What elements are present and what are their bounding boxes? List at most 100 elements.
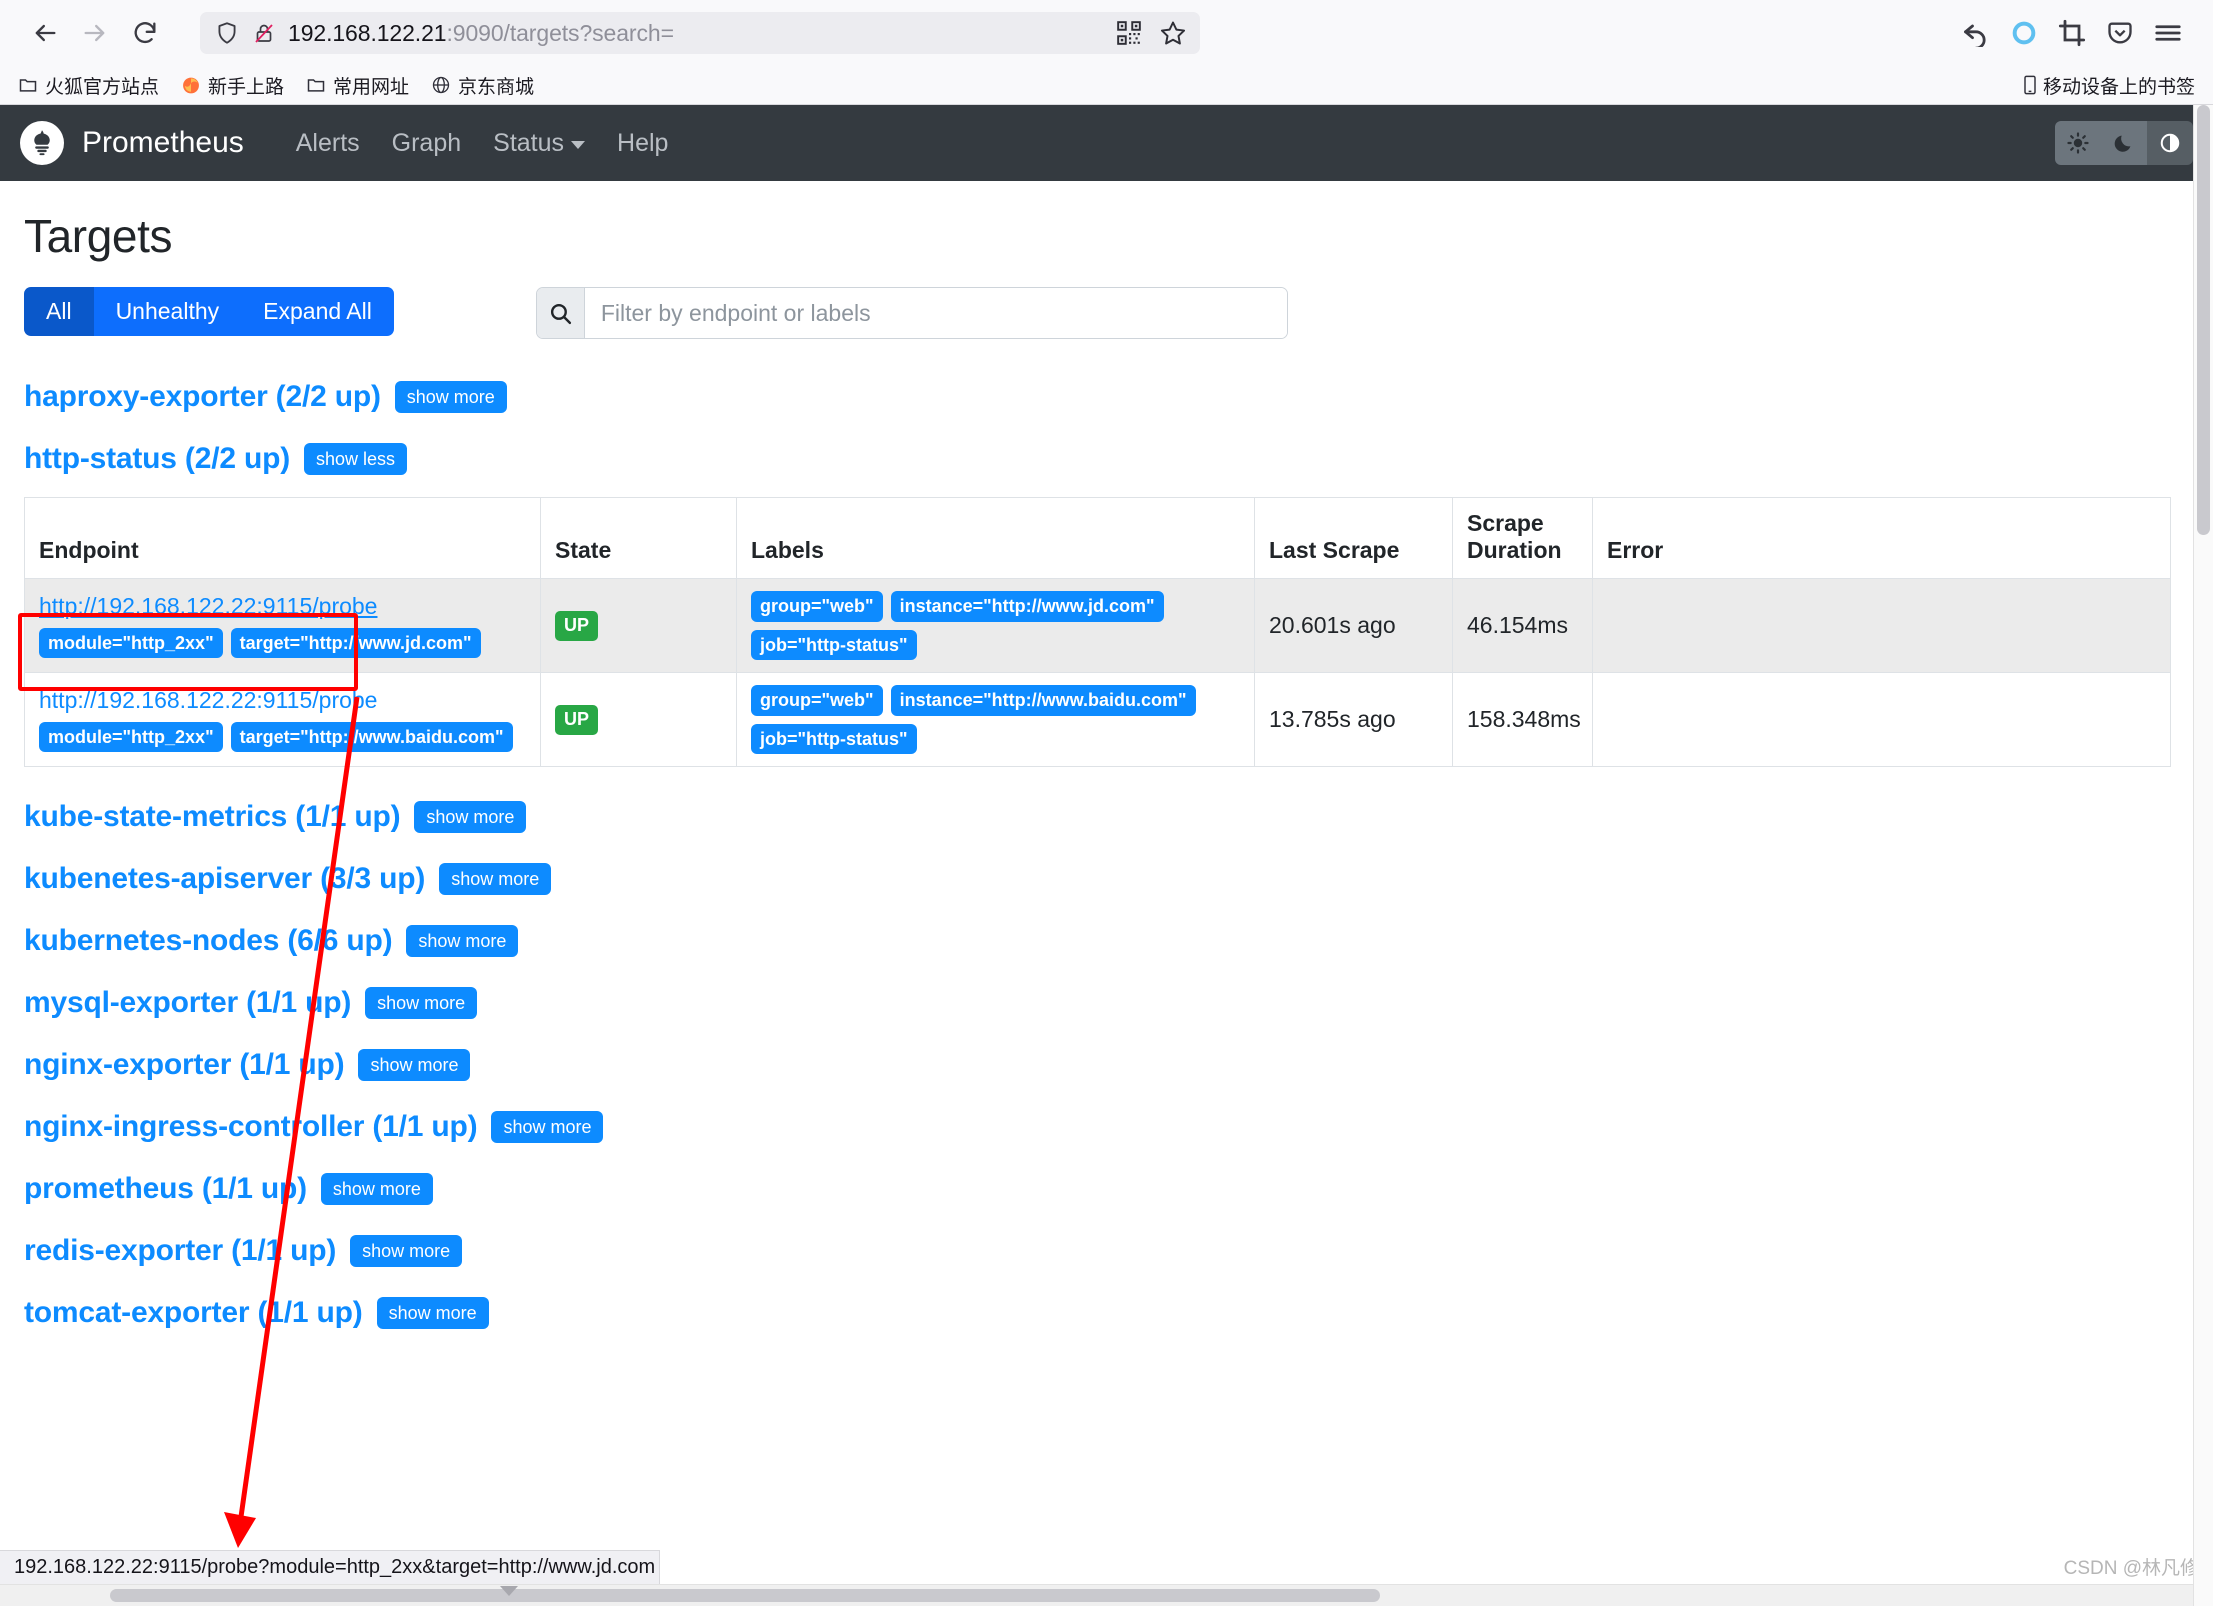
job-title[interactable]: http-status (2/2 up)	[24, 442, 290, 476]
theme-auto-halfcircle-icon[interactable]	[2147, 121, 2193, 165]
th-endpoint: Endpoint	[24, 497, 541, 579]
bookmark-label: 常用网址	[333, 76, 410, 98]
job-header-redis-exporter: redis-exporter (1/1 up) show more	[24, 1227, 2169, 1275]
bookmark-star-icon[interactable]	[1154, 14, 1192, 52]
job-title[interactable]: prometheus (1/1 up)	[24, 1172, 307, 1206]
theme-dark-moon-icon[interactable]	[2101, 121, 2147, 165]
show-more-button[interactable]: show more	[365, 987, 478, 1019]
cell-scrape-duration: 46.154ms	[1452, 578, 1593, 673]
endpoint-label-badges: module="http_2xx" target="http://www.jd.…	[39, 627, 526, 659]
folder-icon	[306, 75, 326, 95]
cell-error	[1592, 578, 2171, 673]
job-title[interactable]: kube-state-metrics (1/1 up)	[24, 800, 401, 834]
horizontal-scrollbar[interactable]	[0, 1584, 2193, 1606]
horizontal-scrollbar-thumb[interactable]	[110, 1589, 1380, 1602]
brand-title[interactable]: Prometheus	[82, 126, 244, 160]
history-back-icon[interactable]	[1953, 10, 1999, 56]
bookmark-label: 京东商城	[458, 76, 535, 98]
page-title: Targets	[24, 210, 173, 262]
expand-all-button[interactable]: Expand All	[241, 287, 394, 336]
pocket-icon[interactable]	[2097, 10, 2143, 56]
job-header-kube-state-metrics: kube-state-metrics (1/1 up) show more	[24, 793, 2169, 841]
cell-error	[1592, 672, 2171, 767]
qr-code-icon[interactable]	[1110, 14, 1148, 52]
reload-icon[interactable]	[122, 10, 168, 56]
show-more-button[interactable]: show more	[491, 1111, 604, 1143]
nav-link-status[interactable]: Status	[477, 129, 601, 158]
th-scrape-duration: Scrape Duration	[1452, 497, 1593, 579]
screenshot-crop-icon[interactable]	[2049, 10, 2095, 56]
insecure-lock-icon[interactable]	[252, 21, 276, 45]
toolbar-right-icons	[1953, 10, 2191, 56]
theme-light-sun-icon[interactable]	[2055, 121, 2101, 165]
targets-table: Endpoint State Labels Last Scrape Scrape…	[24, 497, 2171, 767]
th-last-scrape: Last Scrape	[1254, 497, 1453, 579]
scrollbar-nub-icon	[500, 1586, 518, 1596]
cell-endpoint: http://192.168.122.22:9115/probe module=…	[24, 672, 541, 767]
theme-toggle-group	[2055, 121, 2193, 165]
status-badge: UP	[555, 611, 599, 641]
show-more-button[interactable]: show more	[394, 381, 507, 413]
nav-link-label: Help	[617, 128, 669, 157]
nav-link-graph[interactable]: Graph	[376, 129, 477, 158]
bookmark-item-1[interactable]: 新手上路	[181, 72, 284, 99]
sync-circle-icon[interactable]	[2001, 10, 2047, 56]
label-badge: group="web"	[751, 591, 883, 622]
endpoint-link[interactable]: http://192.168.122.22:9115/probe	[39, 687, 377, 714]
table-row: http://192.168.122.22:9115/probe module=…	[24, 578, 2171, 673]
status-badge: UP	[555, 705, 599, 735]
watermark: CSDN @林凡修	[2063, 1558, 2199, 1579]
job-title[interactable]: redis-exporter (1/1 up)	[24, 1234, 336, 1268]
job-header-nginx-ingress-controller: nginx-ingress-controller (1/1 up) show m…	[24, 1103, 2169, 1151]
label-badge: job="http-status"	[751, 723, 917, 754]
shield-icon[interactable]	[214, 20, 240, 46]
nav-link-label: Alerts	[295, 128, 360, 157]
show-more-button[interactable]: show more	[320, 1173, 433, 1205]
vertical-scrollbar-thumb[interactable]	[2197, 105, 2210, 535]
show-more-button[interactable]: show more	[358, 1049, 471, 1081]
bookmark-item-2[interactable]: 常用网址	[306, 72, 409, 99]
label-badge: target="http://www.jd.com"	[230, 627, 481, 659]
job-title[interactable]: tomcat-exporter (1/1 up)	[24, 1296, 363, 1330]
label-badge: instance="http://www.jd.com"	[890, 591, 1164, 622]
job-header-kubenetes-apiserver: kubenetes-apiserver (3/3 up) show more	[24, 855, 2169, 903]
filter-button-group: All Unhealthy Expand All	[24, 287, 394, 336]
hamburger-menu-icon[interactable]	[2145, 10, 2191, 56]
show-more-button[interactable]: show more	[406, 925, 519, 957]
job-header-tomcat-exporter: tomcat-exporter (1/1 up) show more	[24, 1289, 2169, 1337]
vertical-scrollbar[interactable]	[2193, 105, 2213, 1606]
nav-link-help[interactable]: Help	[601, 129, 684, 158]
job-title[interactable]: nginx-exporter (1/1 up)	[24, 1048, 345, 1082]
prometheus-logo-icon[interactable]	[20, 121, 64, 165]
endpoint-link[interactable]: http://192.168.122.22:9115/probe	[39, 593, 377, 620]
browser-chrome: 192.168.122.21:9090/targets?search= 火狐官方…	[0, 0, 2213, 105]
show-more-button[interactable]: show more	[414, 801, 527, 833]
nav-link-alerts[interactable]: Alerts	[280, 129, 376, 158]
filter-all-button[interactable]: All	[24, 287, 94, 336]
back-arrow-icon[interactable]	[22, 10, 68, 56]
search-input[interactable]	[584, 288, 1287, 338]
job-title[interactable]: kubenetes-apiserver (3/3 up)	[24, 862, 425, 896]
job-title[interactable]: mysql-exporter (1/1 up)	[24, 986, 351, 1020]
label-badge: module="http_2xx"	[39, 721, 223, 753]
job-title[interactable]: nginx-ingress-controller (1/1 up)	[24, 1110, 478, 1144]
address-bar[interactable]: 192.168.122.21:9090/targets?search=	[200, 12, 1200, 54]
job-title[interactable]: kubernetes-nodes (6/6 up)	[24, 924, 393, 958]
job-title[interactable]: haproxy-exporter (2/2 up)	[24, 380, 381, 414]
show-more-button[interactable]: show more	[439, 863, 552, 895]
show-more-button[interactable]: show more	[350, 1235, 463, 1267]
job-header-http-status: http-status (2/2 up) show less	[24, 435, 2169, 483]
show-less-button[interactable]: show less	[304, 443, 408, 475]
bookmark-label: 新手上路	[208, 76, 285, 98]
cell-state: UP	[540, 578, 737, 673]
label-badges: group="web" instance="http://www.jd.com"…	[751, 591, 1240, 660]
bookmark-item-3[interactable]: 京东商城	[431, 72, 534, 99]
label-badge: target="http://www.baidu.com"	[230, 721, 513, 753]
cell-labels: group="web" instance="http://www.jd.com"…	[736, 578, 1255, 673]
filter-unhealthy-button[interactable]: Unhealthy	[93, 287, 242, 336]
forward-arrow-icon[interactable]	[72, 10, 118, 56]
bookmark-item-mobile[interactable]: 移动设备上的书签	[2020, 72, 2195, 99]
bookmark-item-0[interactable]: 火狐官方站点	[18, 72, 159, 99]
th-labels: Labels	[736, 497, 1255, 579]
show-more-button[interactable]: show more	[376, 1297, 489, 1329]
